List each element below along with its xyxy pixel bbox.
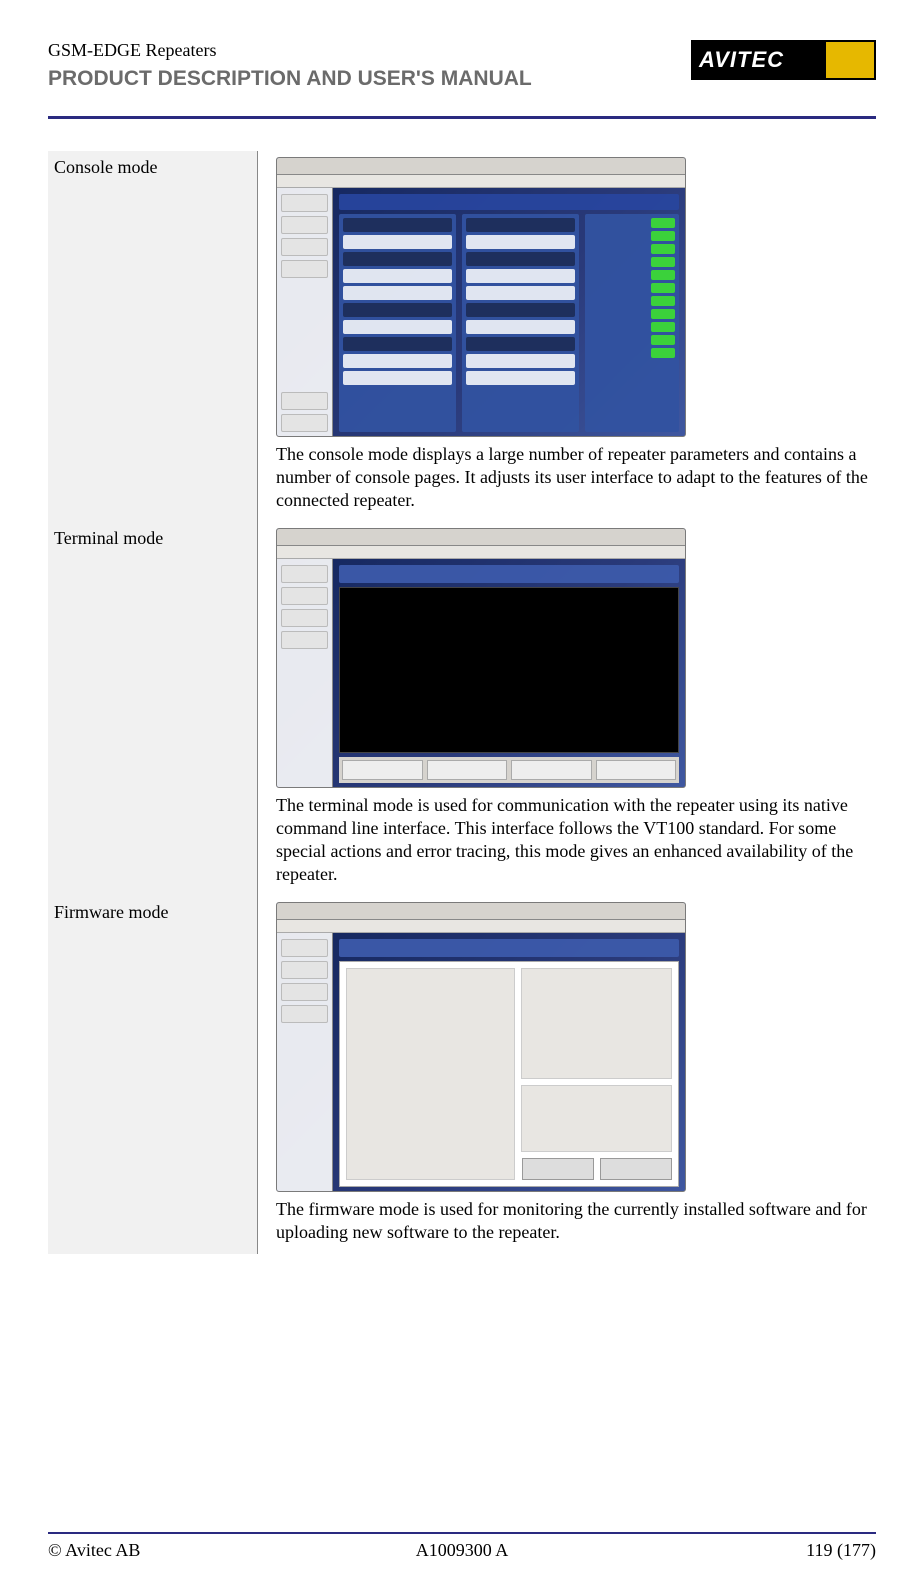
row-label-firmware: Firmware mode bbox=[48, 896, 258, 1254]
sidebar-item bbox=[281, 238, 328, 256]
sidebar-item bbox=[281, 216, 328, 234]
sidebar-item bbox=[281, 961, 328, 979]
window-titlebar bbox=[277, 529, 685, 546]
firmware-button bbox=[600, 1158, 672, 1180]
footer-docnumber: A1009300 A bbox=[324, 1540, 600, 1561]
firmware-panel bbox=[339, 961, 679, 1187]
sidebar-item bbox=[281, 631, 328, 649]
page-header: GSM-EDGE Repeaters PRODUCT DESCRIPTION A… bbox=[48, 40, 876, 110]
page-footer: © Avitec AB A1009300 A 119 (177) bbox=[48, 1532, 876, 1561]
sidebar-item bbox=[281, 587, 328, 605]
content-grid: Console mode bbox=[48, 151, 876, 1254]
terminal-description: The terminal mode is used for communicat… bbox=[276, 794, 876, 886]
brand-logo-text: AVITEC bbox=[693, 42, 826, 78]
footer-pagenumber: 119 (177) bbox=[600, 1540, 876, 1561]
terminal-header bbox=[339, 565, 679, 583]
levels-column bbox=[585, 214, 679, 432]
firmware-list bbox=[521, 968, 672, 1079]
sidebar-item bbox=[281, 1005, 328, 1023]
fkey-button bbox=[342, 760, 423, 780]
firmware-screenshot bbox=[276, 902, 686, 1192]
panel-title bbox=[339, 194, 679, 210]
window-menubar bbox=[277, 175, 685, 188]
firmware-tree bbox=[346, 968, 515, 1180]
sidebar-item bbox=[281, 414, 328, 432]
window-menubar bbox=[277, 920, 685, 933]
fkey-button bbox=[596, 760, 677, 780]
brand-logo-icon bbox=[826, 42, 874, 78]
sidebar-item bbox=[281, 260, 328, 278]
terminal-screenshot bbox=[276, 528, 686, 788]
console-description: The console mode displays a large number… bbox=[276, 443, 876, 512]
fkey-button bbox=[511, 760, 592, 780]
terminal-output bbox=[339, 587, 679, 753]
settings-column bbox=[462, 214, 579, 432]
firmware-description: The firmware mode is used for monitoring… bbox=[276, 1198, 876, 1244]
app-sidebar bbox=[277, 188, 333, 437]
fkey-button bbox=[427, 760, 508, 780]
sidebar-item bbox=[281, 983, 328, 1001]
window-titlebar bbox=[277, 158, 685, 175]
console-screenshot bbox=[276, 157, 686, 437]
row-label-console: Console mode bbox=[48, 151, 258, 522]
firmware-button bbox=[522, 1158, 594, 1180]
footer-divider bbox=[48, 1532, 876, 1534]
terminal-fkeys bbox=[339, 757, 679, 783]
sidebar-item bbox=[281, 939, 328, 957]
firmware-details bbox=[521, 968, 672, 1180]
sidebar-item bbox=[281, 565, 328, 583]
row-content-terminal: The terminal mode is used for communicat… bbox=[258, 522, 876, 896]
app-sidebar bbox=[277, 933, 333, 1192]
row-label-terminal: Terminal mode bbox=[48, 522, 258, 896]
window-titlebar bbox=[277, 903, 685, 920]
window-menubar bbox=[277, 546, 685, 559]
app-sidebar bbox=[277, 559, 333, 788]
sidebar-item bbox=[281, 392, 328, 410]
row-content-console: The console mode displays a large number… bbox=[258, 151, 876, 522]
firmware-info bbox=[521, 1085, 672, 1152]
settings-column bbox=[339, 214, 456, 432]
sidebar-item bbox=[281, 194, 328, 212]
footer-copyright: © Avitec AB bbox=[48, 1540, 324, 1561]
header-divider bbox=[48, 116, 876, 119]
row-content-firmware: The firmware mode is used for monitoring… bbox=[258, 896, 876, 1254]
firmware-header bbox=[339, 939, 679, 957]
brand-logo: AVITEC bbox=[691, 40, 876, 80]
sidebar-item bbox=[281, 609, 328, 627]
